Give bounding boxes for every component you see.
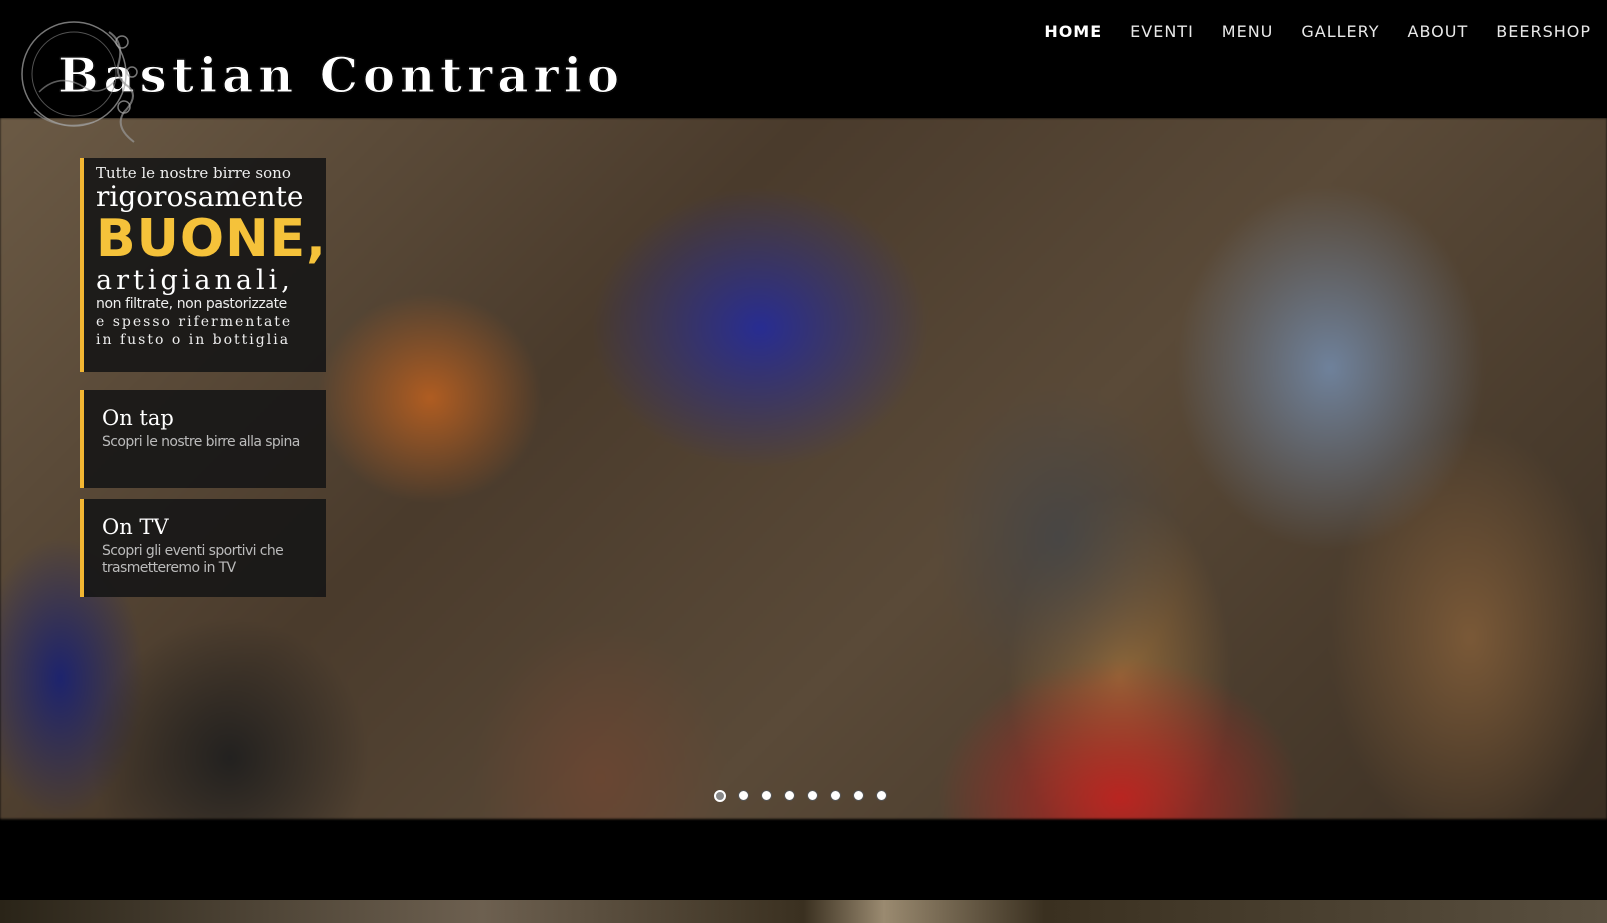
site-header: Bastian Contrario HOME EVENTI MENU GALLE… <box>0 0 1607 118</box>
nav-home[interactable]: HOME <box>1044 22 1102 41</box>
slider-dots <box>714 790 887 802</box>
nav-about[interactable]: ABOUT <box>1408 22 1469 41</box>
on-tap-card[interactable]: On tap Scopri le nostre birre alla spina <box>80 390 326 488</box>
main-nav: HOME EVENTI MENU GALLERY ABOUT BEERSHOP <box>1044 22 1591 41</box>
slider-dot[interactable] <box>738 790 749 801</box>
tagline-line-4: artigianali, <box>96 265 294 296</box>
on-tv-subtitle: Scopri gli eventi sportivi che trasmette… <box>102 543 284 576</box>
on-tv-title: On TV <box>102 515 169 539</box>
nav-menu[interactable]: MENU <box>1222 22 1274 41</box>
nav-gallery[interactable]: GALLERY <box>1301 22 1379 41</box>
nav-beershop[interactable]: BEERSHOP <box>1496 22 1591 41</box>
slider-dot[interactable] <box>784 790 795 801</box>
slider-dot[interactable] <box>807 790 818 801</box>
nav-eventi[interactable]: EVENTI <box>1130 22 1194 41</box>
tagline-line-6: e spesso rifermentate <box>96 314 293 330</box>
on-tap-title: On tap <box>102 406 174 430</box>
tagline-line-7: in fusto o in bottiglia <box>96 332 291 348</box>
slider-dot[interactable] <box>714 790 726 802</box>
slider-dot[interactable] <box>876 790 887 801</box>
tagline-line-2: rigorosamente <box>96 180 304 213</box>
tagline-line-5: non filtrate, non pastorizzate <box>96 296 287 312</box>
tagline-headline: BUONE, <box>96 209 327 269</box>
tagline-panel: Tutte le nostre birre sono rigorosamente… <box>80 158 326 372</box>
logo-badge-icon[interactable] <box>14 12 154 152</box>
slider-dot[interactable] <box>830 790 841 801</box>
on-tap-subtitle: Scopri le nostre birre alla spina <box>102 434 300 450</box>
next-section-image <box>0 900 1607 923</box>
slider-dot[interactable] <box>853 790 864 801</box>
slider-dot[interactable] <box>761 790 772 801</box>
on-tv-card[interactable]: On TV Scopri gli eventi sportivi che tra… <box>80 499 326 597</box>
